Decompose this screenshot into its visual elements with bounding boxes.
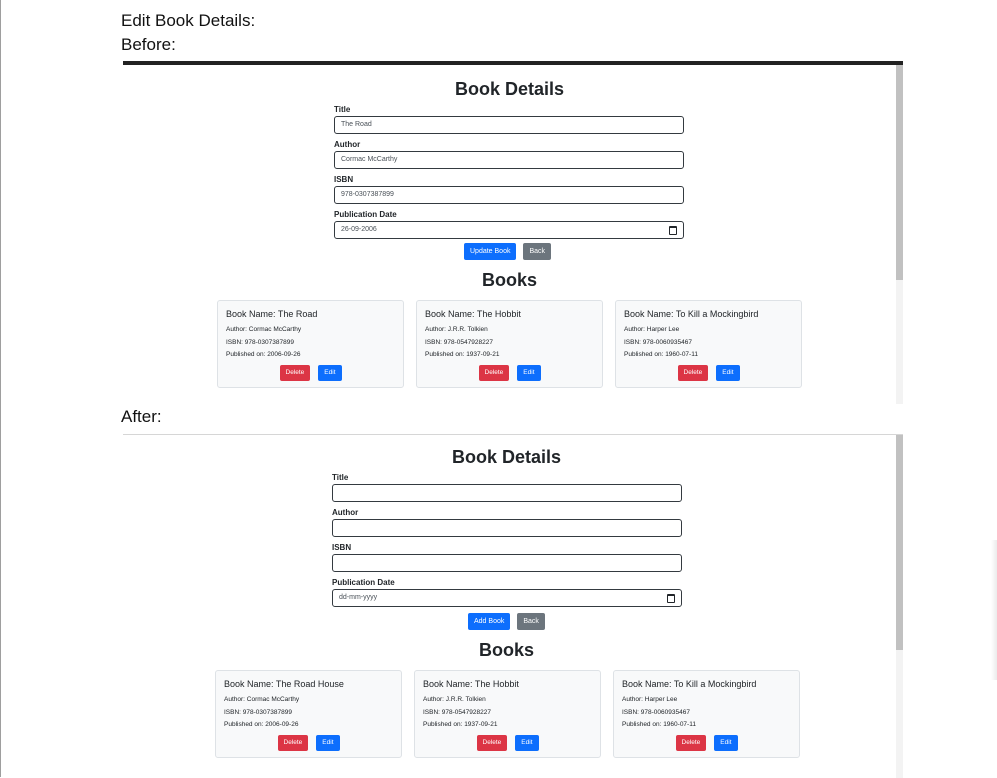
book-card: Book Name: To Kill a Mockingbird Author:…: [613, 670, 800, 758]
book-author: Author: J.R.R. Tolkien: [425, 326, 488, 333]
scroll-thumb[interactable]: [896, 65, 903, 280]
form-title: Book Details: [451, 447, 562, 467]
book-published: Published on: 1960-07-11: [624, 351, 698, 358]
title-label: Title: [334, 105, 351, 114]
book-author: Author: J.R.R. Tolkien: [423, 696, 486, 703]
delete-button[interactable]: Delete: [476, 735, 508, 751]
book-form: Title Author ISBN Publication Date dd-mm…: [332, 473, 682, 613]
book-card: Book Name: The Road Author: Cormac McCar…: [217, 300, 404, 388]
book-form: Title The Road Author Cormac McCarthy IS…: [334, 105, 684, 245]
edit-button[interactable]: Edit: [318, 365, 342, 381]
book-name: Book Name: The Hobbit: [425, 309, 521, 319]
before-app: Book Details Title The Road Author Corma…: [123, 65, 896, 404]
publication-date-label: Publication Date: [334, 210, 397, 219]
add-book-button[interactable]: Add Book: [468, 613, 511, 630]
delete-button[interactable]: Delete: [279, 365, 311, 381]
edit-button[interactable]: Edit: [316, 735, 340, 751]
date-placeholder: dd-mm-yyyy: [339, 594, 378, 601]
title-label: Title: [332, 473, 349, 482]
book-published: Published on: 2006-09-26: [226, 351, 301, 358]
book-author: Author: Cormac McCarthy: [224, 696, 300, 703]
book-name: Book Name: The Road: [226, 309, 318, 319]
author-input[interactable]: [332, 519, 682, 537]
card-actions: Delete Edit: [616, 365, 801, 381]
books-title: Books: [478, 640, 534, 660]
book-card: Book Name: The Road House Author: Cormac…: [215, 670, 402, 758]
book-isbn: ISBN: 978-0060935467: [622, 708, 690, 716]
form-buttons: Add Book Back: [468, 613, 545, 630]
publication-date-label: Publication Date: [332, 578, 395, 587]
card-actions: Delete Edit: [216, 735, 401, 751]
isbn-label: ISBN: [334, 175, 354, 184]
book-author: Author: Cormac McCarthy: [226, 326, 302, 333]
book-card: Book Name: To Kill a Mockingbird Author:…: [615, 300, 802, 388]
book-isbn: ISBN: 978-0307387899: [224, 708, 292, 716]
book-name: Book Name: To Kill a Mockingbird: [622, 679, 757, 689]
book-isbn: ISBN: 978-0060935467: [624, 338, 692, 346]
author-input[interactable]: Cormac McCarthy: [334, 151, 684, 169]
card-actions: Delete Edit: [417, 365, 602, 381]
delete-button[interactable]: Delete: [277, 735, 309, 751]
page-edge-shadow: [991, 540, 997, 680]
form-title: Book Details: [454, 79, 565, 99]
update-book-button[interactable]: Update Book: [464, 243, 517, 260]
publication-date-input[interactable]: 26-09-2006: [334, 221, 684, 239]
isbn-input[interactable]: 978-0307387899: [334, 186, 684, 204]
book-author: Author: Harper Lee: [624, 326, 680, 333]
book-isbn: ISBN: 978-0307387899: [226, 338, 294, 346]
book-isbn: ISBN: 978-0547928227: [425, 338, 493, 346]
calendar-icon[interactable]: [669, 226, 677, 235]
book-name: Book Name: To Kill a Mockingbird: [624, 309, 759, 319]
before-screenshot: Book Details Title The Road Author Corma…: [123, 61, 903, 404]
page-left-border: [0, 0, 1, 777]
title-input[interactable]: The Road: [334, 116, 684, 134]
book-name: Book Name: The Road House: [224, 679, 344, 689]
card-actions: Delete Edit: [614, 735, 799, 751]
edit-button[interactable]: Edit: [515, 735, 539, 751]
book-card: Book Name: The Hobbit Author: J.R.R. Tol…: [416, 300, 603, 388]
calendar-icon[interactable]: [667, 594, 675, 603]
edit-button[interactable]: Edit: [517, 365, 541, 381]
author-label: Author: [334, 140, 361, 149]
back-button[interactable]: Back: [523, 243, 552, 260]
book-published: Published on: 1937-09-21: [425, 351, 500, 358]
book-name: Book Name: The Hobbit: [423, 679, 519, 689]
card-actions: Delete Edit: [218, 365, 403, 381]
delete-button[interactable]: Delete: [478, 365, 510, 381]
after-screenshot: Book Details Title Author ISBN Publicati…: [123, 434, 903, 778]
books-title: Books: [481, 270, 537, 290]
card-actions: Delete Edit: [415, 735, 600, 751]
book-published: Published on: 1937-09-21: [423, 721, 498, 728]
scroll-thumb[interactable]: [896, 435, 903, 650]
title-input[interactable]: [332, 484, 682, 502]
back-button[interactable]: Back: [517, 613, 545, 630]
isbn-label: ISBN: [332, 543, 352, 552]
scrollbar[interactable]: [896, 65, 903, 404]
publication-date-input[interactable]: dd-mm-yyyy: [332, 589, 682, 607]
form-buttons: Update Book Back: [464, 243, 552, 260]
scrollbar[interactable]: [896, 435, 903, 778]
book-cards: Book Name: The Road Author: Cormac McCar…: [217, 300, 802, 388]
edit-button[interactable]: Edit: [716, 365, 740, 381]
book-cards: Book Name: The Road House Author: Cormac…: [215, 670, 800, 758]
edit-button[interactable]: Edit: [714, 735, 738, 751]
author-label: Author: [332, 508, 359, 517]
book-published: Published on: 1960-07-11: [622, 721, 696, 728]
book-author: Author: Harper Lee: [622, 696, 678, 703]
after-app: Book Details Title Author ISBN Publicati…: [123, 435, 896, 778]
book-isbn: ISBN: 978-0547928227: [423, 708, 491, 716]
after-label: After:: [121, 407, 162, 426]
delete-button[interactable]: Delete: [675, 735, 707, 751]
date-value: 26-09-2006: [341, 226, 377, 233]
book-card: Book Name: The Hobbit Author: J.R.R. Tol…: [414, 670, 601, 758]
isbn-input[interactable]: [332, 554, 682, 572]
before-label: Before:: [121, 35, 176, 54]
delete-button[interactable]: Delete: [677, 365, 709, 381]
document-heading: Edit Book Details:: [121, 11, 256, 30]
book-published: Published on: 2006-09-26: [224, 721, 299, 728]
